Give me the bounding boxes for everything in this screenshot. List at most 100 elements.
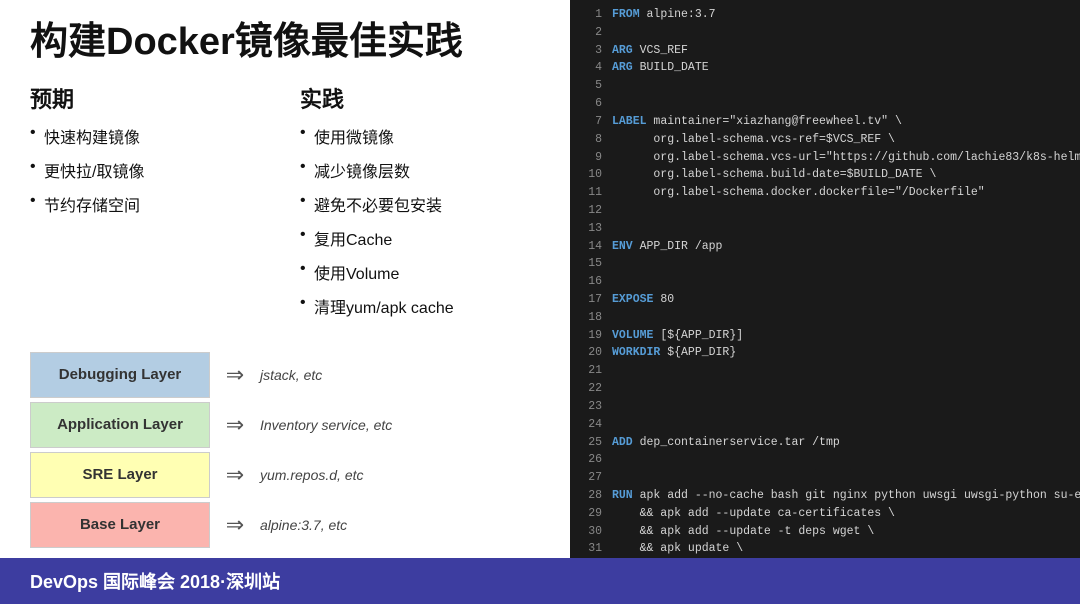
code-line: 17 EXPOSE 80	[580, 291, 1070, 309]
code-line: 13	[580, 220, 1070, 238]
left-panel: 构建Docker镜像最佳实践 预期 快速构建镜像 更快拉/取镜像 节约存储空间 …	[0, 0, 570, 558]
code-line: 29 && apk add --update ca-certificates \	[580, 505, 1070, 523]
line-code: WORKDIR ${APP_DIR}	[612, 344, 736, 362]
line-number: 12	[580, 202, 602, 220]
code-line: 5	[580, 77, 1070, 95]
line-number: 31	[580, 540, 602, 558]
layer-row-debug: Debugging Layer ⇒ jstack, etc	[30, 352, 540, 398]
practice-list: 使用微镜像 减少镜像层数 避免不必要包安装 复用Cache 使用Volume 清…	[300, 124, 540, 318]
code-line: 9 org.label-schema.vcs-url="https://gith…	[580, 149, 1070, 167]
line-number: 1	[580, 6, 602, 24]
line-code: org.label-schema.docker.dockerfile="/Doc…	[612, 184, 985, 202]
layer-arrow-debug: ⇒	[210, 362, 260, 388]
line-code: && apk add --update -t deps wget \	[612, 523, 874, 541]
line-code: ARG VCS_REF	[612, 42, 688, 60]
line-number: 11	[580, 184, 602, 202]
code-line: 4 ARG BUILD_DATE	[580, 59, 1070, 77]
line-number: 26	[580, 451, 602, 469]
code-line: 1 FROM alpine:3.7	[580, 6, 1070, 24]
line-number: 25	[580, 434, 602, 452]
code-line: 2	[580, 24, 1070, 42]
line-code: VOLUME [${APP_DIR}]	[612, 327, 743, 345]
line-number: 17	[580, 291, 602, 309]
layer-label-app: Inventory service, etc	[260, 417, 392, 433]
code-line: 31 && apk update \	[580, 540, 1070, 558]
line-number: 5	[580, 77, 602, 95]
expected-column: 预期 快速构建镜像 更快拉/取镜像 节约存储空间	[30, 82, 270, 328]
code-line: 24	[580, 416, 1070, 434]
code-line: 22	[580, 380, 1070, 398]
list-item: 使用微镜像	[300, 124, 540, 148]
code-line: 7LABEL maintainer="xiazhang@freewheel.tv…	[580, 113, 1070, 131]
line-number: 29	[580, 505, 602, 523]
line-number: 21	[580, 362, 602, 380]
list-item: 复用Cache	[300, 226, 540, 250]
footer: DevOps 国际峰会 2018·深圳站	[0, 558, 1080, 604]
sre-layer-box: SRE Layer	[30, 452, 210, 498]
layer-row-sre: SRE Layer ⇒ yum.repos.d, etc	[30, 452, 540, 498]
code-line: 15	[580, 255, 1070, 273]
code-line: 12	[580, 202, 1070, 220]
code-line: 14 ENV APP_DIR /app	[580, 238, 1070, 256]
line-number: 3	[580, 42, 602, 60]
code-line: 10 org.label-schema.build-date=$BUILD_DA…	[580, 166, 1070, 184]
line-code: ADD dep_containerservice.tar /tmp	[612, 434, 840, 452]
code-line: 16	[580, 273, 1070, 291]
line-code: ARG BUILD_DATE	[612, 59, 709, 77]
code-line: 3 ARG VCS_REF	[580, 42, 1070, 60]
line-code: && apk add --update ca-certificates \	[612, 505, 895, 523]
line-code: org.label-schema.build-date=$BUILD_DATE …	[612, 166, 936, 184]
line-number: 24	[580, 416, 602, 434]
line-code: && apk update \	[612, 540, 743, 558]
line-code: EXPOSE 80	[612, 291, 674, 309]
line-number: 19	[580, 327, 602, 345]
expected-title: 预期	[30, 82, 270, 114]
line-number: 28	[580, 487, 602, 505]
base-layer-box: Base Layer	[30, 502, 210, 548]
main-content: 构建Docker镜像最佳实践 预期 快速构建镜像 更快拉/取镜像 节约存储空间 …	[0, 0, 1080, 558]
practice-title: 实践	[300, 82, 540, 114]
layer-label-sre: yum.repos.d, etc	[260, 467, 364, 483]
line-number: 16	[580, 273, 602, 291]
practice-column: 实践 使用微镜像 减少镜像层数 避免不必要包安装 复用Cache 使用Volum…	[300, 82, 540, 328]
list-item: 避免不必要包安装	[300, 192, 540, 216]
code-line: 28RUN apk add --no-cache bash git nginx …	[580, 487, 1070, 505]
layer-label-base: alpine:3.7, etc	[260, 517, 347, 533]
line-number: 23	[580, 398, 602, 416]
line-number: 2	[580, 24, 602, 42]
layer-label-debug: jstack, etc	[260, 367, 322, 383]
code-line: 30 && apk add --update -t deps wget \	[580, 523, 1070, 541]
code-line: 25 ADD dep_containerservice.tar /tmp	[580, 434, 1070, 452]
layer-arrow-sre: ⇒	[210, 462, 260, 488]
code-panel: 1 FROM alpine:3.7 23 ARG VCS_REF 4 ARG BUILD_…	[570, 0, 1080, 558]
list-item: 清理yum/apk cache	[300, 294, 540, 318]
columns-row: 预期 快速构建镜像 更快拉/取镜像 节约存储空间 实践 使用微镜像 减少镜像层数…	[30, 82, 540, 328]
line-number: 15	[580, 255, 602, 273]
layer-row-base: Base Layer ⇒ alpine:3.7, etc	[30, 502, 540, 548]
line-number: 6	[580, 95, 602, 113]
line-code: RUN apk add --no-cache bash git nginx py…	[612, 487, 1080, 505]
line-number: 30	[580, 523, 602, 541]
list-item: 使用Volume	[300, 260, 540, 284]
line-number: 7	[580, 113, 602, 131]
line-number: 14	[580, 238, 602, 256]
code-line: 11 org.label-schema.docker.dockerfile="/…	[580, 184, 1070, 202]
application-layer-box: Application Layer	[30, 402, 210, 448]
debugging-layer-box: Debugging Layer	[30, 352, 210, 398]
expected-list: 快速构建镜像 更快拉/取镜像 节约存储空间	[30, 124, 270, 216]
code-line: 18	[580, 309, 1070, 327]
line-number: 4	[580, 59, 602, 77]
line-code: ENV APP_DIR /app	[612, 238, 722, 256]
layer-row-app: Application Layer ⇒ Inventory service, e…	[30, 402, 540, 448]
line-number: 18	[580, 309, 602, 327]
list-item: 节约存储空间	[30, 192, 270, 216]
line-number: 8	[580, 131, 602, 149]
line-code: FROM alpine:3.7	[612, 6, 716, 24]
list-item: 减少镜像层数	[300, 158, 540, 182]
code-line: 8 org.label-schema.vcs-ref=$VCS_REF \	[580, 131, 1070, 149]
code-line: 23	[580, 398, 1070, 416]
code-line: 26	[580, 451, 1070, 469]
line-code: org.label-schema.vcs-ref=$VCS_REF \	[612, 131, 895, 149]
code-line: 6	[580, 95, 1070, 113]
layer-arrow-app: ⇒	[210, 412, 260, 438]
